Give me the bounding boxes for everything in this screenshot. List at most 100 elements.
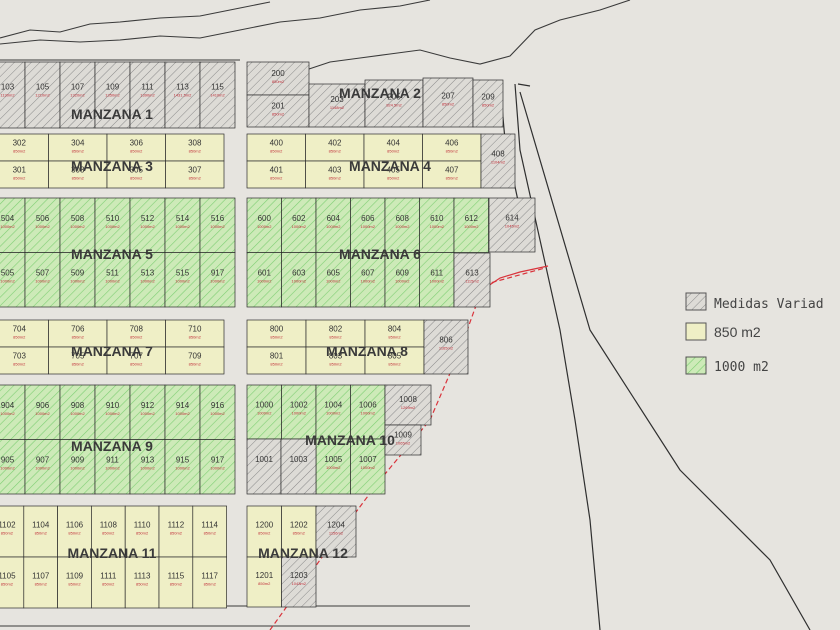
lot-201: 201850m2 — [246, 94, 310, 128]
lot-number: 904 — [1, 401, 15, 410]
lot-number: 1006 — [359, 401, 377, 410]
lot-area: 850m2 — [68, 581, 81, 586]
lot-area: 850m2 — [446, 148, 459, 153]
lot-area: 1000m2 — [326, 465, 341, 470]
lot-number: 602 — [292, 214, 306, 223]
lot-area: 1410m2 — [210, 93, 225, 98]
lot-number: 911 — [106, 455, 119, 464]
lot-915: 9151000m2 — [164, 439, 201, 495]
lot-number: 1009 — [394, 431, 412, 440]
lot-area: 1000m2 — [70, 278, 85, 283]
lot-area: 1000m2 — [0, 465, 15, 470]
lot-area: 1431.5m2 — [174, 93, 193, 98]
lot-number: 513 — [141, 268, 155, 277]
lot-number: 917 — [211, 455, 225, 464]
lot-area: 1045m2 — [505, 224, 520, 229]
lot-number: 1002 — [290, 401, 308, 410]
lot-number: 613 — [465, 269, 479, 278]
lot-1002: 10021000m2 — [281, 384, 317, 440]
lot-number: 1115 — [168, 571, 185, 580]
lot-800: 800850m2 — [246, 319, 307, 348]
lot-512: 5121000m2 — [129, 197, 166, 253]
lot-number: 115 — [211, 83, 224, 92]
lot-1201: 1201850m2 — [246, 556, 282, 608]
lot-area: 1000m2 — [210, 411, 225, 416]
lot-number: 1204 — [327, 520, 345, 529]
lot-number: 1113 — [134, 571, 151, 580]
lot-number: 113 — [176, 83, 189, 92]
lot-number: 1200 — [255, 520, 273, 529]
lot-area: 1148m2 — [330, 105, 345, 110]
lot-601: 6011000m2 — [246, 252, 282, 308]
lot-area: 850m2 — [68, 530, 81, 535]
lot-115: 1151410m2 — [199, 61, 236, 129]
lot-area: 850m2 — [102, 530, 115, 535]
lot-514: 5141000m2 — [164, 197, 201, 253]
lot-510: 5101000m2 — [94, 197, 131, 253]
lot-number: 408 — [491, 150, 505, 159]
lot-area: 850m2 — [13, 148, 26, 153]
lot-704: 704850m2 — [0, 319, 49, 348]
lot-611: 6111000m2 — [419, 252, 455, 308]
lot-404: 404850m2 — [363, 133, 423, 162]
lot-905: 9051000m2 — [0, 439, 26, 495]
lot-number: 910 — [106, 401, 120, 410]
lot-area: 850m2 — [204, 530, 217, 535]
lot-103: 1031130m2 — [0, 61, 26, 129]
lot-area: 850m2 — [329, 361, 342, 366]
lot-number: 406 — [445, 138, 459, 147]
manzana-label: MANZANA 6 — [339, 246, 421, 262]
manzana-label: MANZANA 3 — [71, 158, 153, 174]
lot-number: 609 — [396, 268, 410, 277]
lot-number: 614 — [505, 214, 519, 223]
lot-number: 612 — [465, 214, 479, 223]
lot-407: 407850m2 — [422, 160, 482, 189]
lot-area: 850m2 — [189, 334, 202, 339]
lot-number: 1111 — [100, 571, 117, 580]
lot-number: 703 — [13, 351, 27, 360]
lot-209: 209850m2 — [472, 79, 504, 128]
lot-207: 207850m2 — [422, 77, 474, 128]
lot-917: 9171000m2 — [199, 252, 236, 308]
manzana-4: 400850m2402850m2404850m2406850m2401850m2… — [246, 133, 516, 189]
lot-612: 6121000m2 — [453, 197, 489, 253]
lot-parcel — [246, 438, 282, 495]
legend-swatch-1000 — [685, 356, 707, 375]
lot-area: 850m2 — [293, 530, 306, 535]
lot-number: 512 — [141, 214, 155, 223]
lot-1006: 10061000m2 — [350, 384, 386, 440]
lot-1203: 12031043m2 — [281, 556, 317, 608]
lot-area: 850m2 — [130, 334, 143, 339]
lot-area: 850m2 — [13, 334, 26, 339]
manzana-8: 800850m2802850m2804850m2801850m2803850m2… — [246, 319, 469, 375]
manzana-label: MANZANA 8 — [326, 343, 408, 359]
lot-number: 308 — [188, 138, 202, 147]
lot-area: 1130m2 — [0, 93, 15, 98]
lot-area: 850m2 — [270, 175, 283, 180]
lot-number: 111 — [141, 83, 154, 92]
lot-area: 1000m2 — [292, 411, 307, 416]
lot-area: 850m2 — [442, 102, 455, 107]
lot-number: 601 — [258, 268, 272, 277]
lot-number: 1117 — [201, 571, 218, 580]
legend-label-850: 850 m2 — [714, 324, 761, 340]
lot-area: 850m2 — [388, 361, 401, 366]
lot-area: 1043m2 — [292, 581, 307, 586]
lot-area: 1000m2 — [210, 465, 225, 470]
lot-1001: 1001 — [246, 438, 282, 495]
lot-area: 1000m2 — [361, 465, 376, 470]
lot-number: 1109 — [66, 571, 84, 580]
lot-area: 1000m2 — [140, 465, 155, 470]
lot-area: 1000m2 — [395, 224, 410, 229]
lot-number: 302 — [13, 138, 27, 147]
lot-number: 1107 — [32, 571, 50, 580]
lot-602: 6021000m2 — [281, 197, 317, 253]
manzana-7: 704850m2706850m2708850m2710850m2703850m2… — [0, 319, 225, 375]
lot-number: 505 — [1, 268, 15, 277]
lot-number: 804 — [388, 324, 402, 333]
lot-area: 850m2 — [136, 530, 149, 535]
lot-area: 1000m2 — [70, 465, 85, 470]
lot-number: 605 — [327, 268, 341, 277]
lot-306: 306850m2 — [106, 133, 166, 162]
lot-number: 915 — [176, 455, 190, 464]
